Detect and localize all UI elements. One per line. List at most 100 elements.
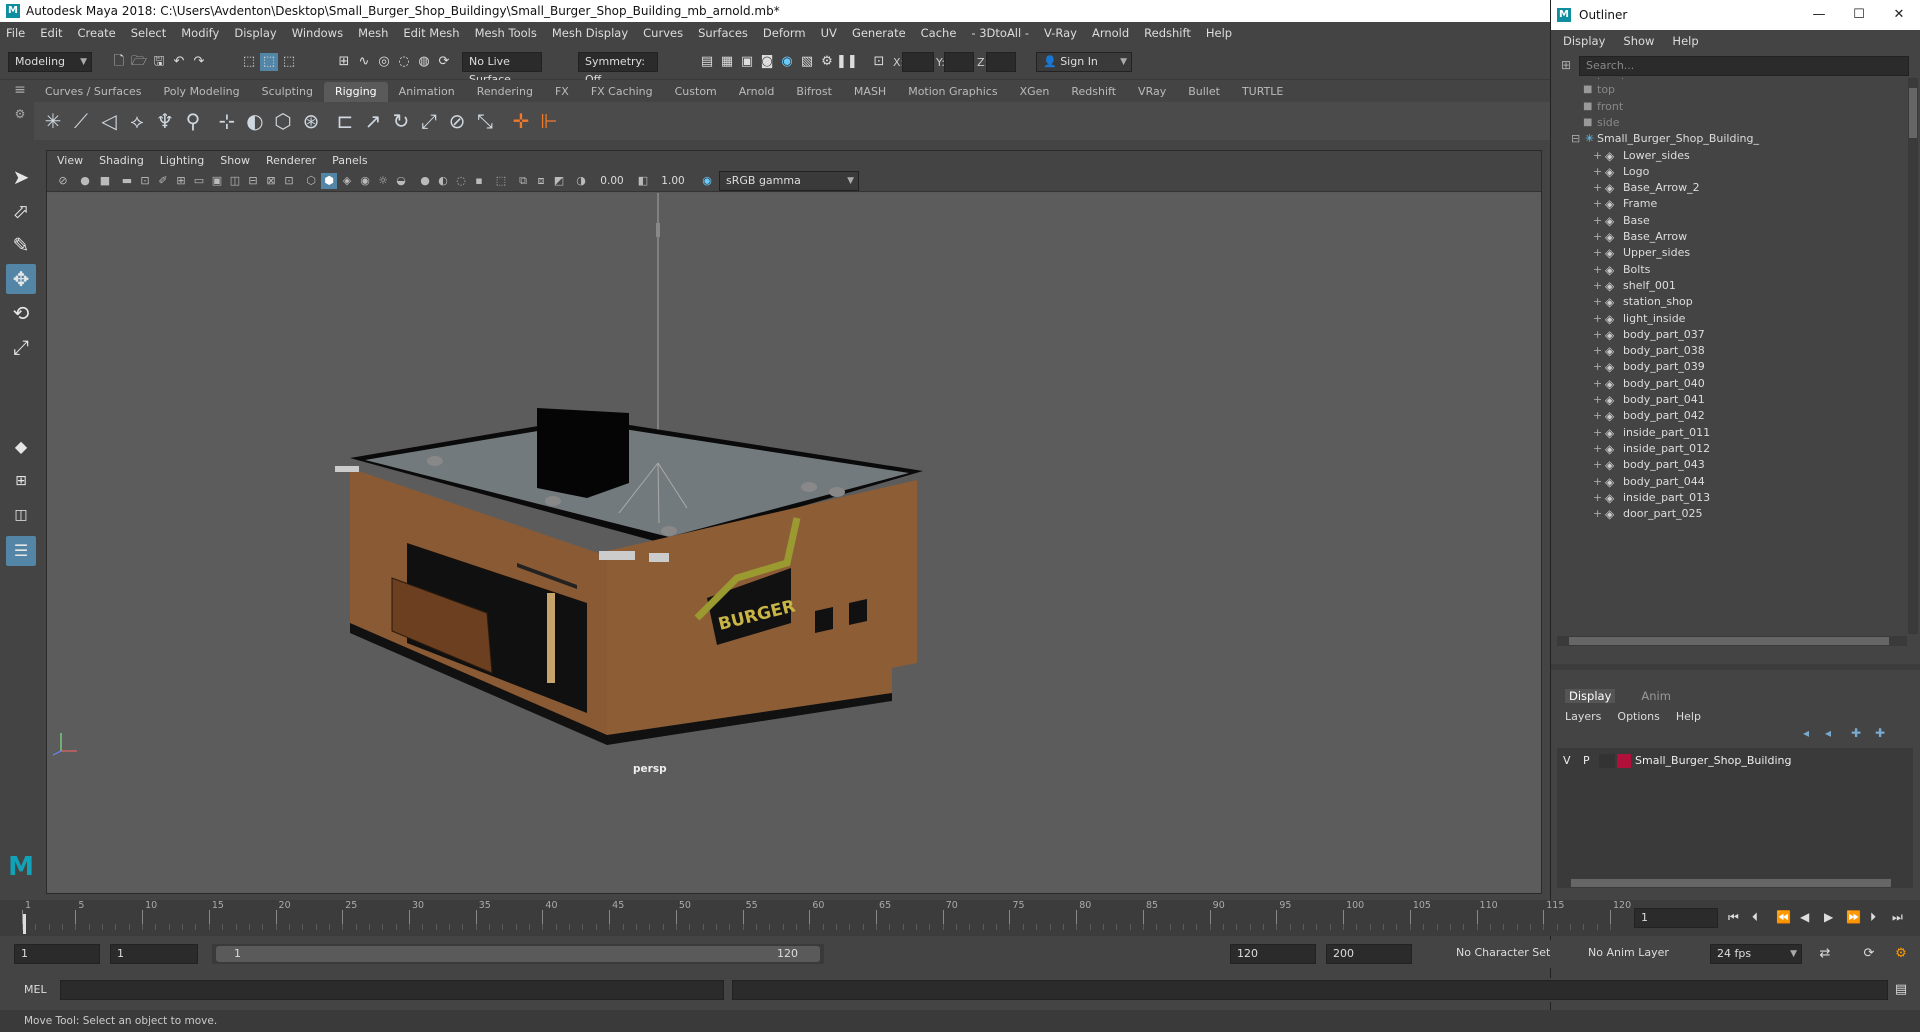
move-layer-down-icon[interactable]: ◂ [1825,726,1831,740]
tab-bifrost[interactable]: Bifrost [785,82,843,102]
menu-deform[interactable]: Deform [763,26,806,40]
anim-preferences-icon[interactable]: ⚙ [1892,945,1910,963]
menu-edit[interactable]: Edit [40,26,62,40]
wireframe-icon[interactable]: ⬡ [303,173,319,189]
tab-motion-graphics[interactable]: Motion Graphics [897,82,1008,102]
current-time-marker[interactable] [23,914,26,934]
textured-icon[interactable]: ◉ [357,173,373,189]
menu-redshift[interactable]: Redshift [1144,26,1191,40]
outliner-layout-icon[interactable]: ☰ [6,536,36,566]
color-management-icon[interactable]: ◉ [699,173,715,189]
playblast-icon[interactable]: ⚙ [818,53,836,71]
ipr-render-icon[interactable]: ◉ [778,53,796,71]
character-set-dropdown[interactable]: No Character Set [1450,944,1560,964]
playback-end-field[interactable]: 120 [1230,944,1316,964]
fps-dropdown[interactable]: 24 fps ▼ [1710,944,1802,964]
create-joint-icon[interactable]: ✳ [40,108,66,134]
new-layer-from-selected-icon[interactable]: ✚ [1875,726,1885,740]
symmetry-dropdown[interactable]: Symmetry: Off [578,52,658,86]
tab-arnold[interactable]: Arnold [728,82,786,102]
orient-constraint-icon[interactable]: ↻ [388,108,414,134]
tab-vray[interactable]: VRay [1127,82,1177,102]
hypershade-icon[interactable]: ◙ [758,53,776,71]
2d-pan-zoom-icon[interactable]: ⊡ [137,173,153,189]
select-object-icon[interactable]: ⬚ [260,53,278,71]
lattice-icon[interactable]: ⬡ [270,108,296,134]
locator-icon[interactable]: ✛ [508,108,534,134]
tab-turtle[interactable]: TURTLE [1231,82,1294,102]
menu-cache[interactable]: Cache [921,26,957,40]
layer-menu-layers[interactable]: Layers [1565,710,1601,723]
isolate-select-icon[interactable]: ⬚ [493,173,509,189]
playback-start-field[interactable]: 1 [110,944,198,964]
human-ik-icon[interactable]: ♆ [152,108,178,134]
time-ruler[interactable]: 1 5 10 15 20 25 30 35 40 45 50 55 60 65 70 75 80 85 90 95 10… [22,900,1631,936]
close-icon[interactable]: ✕ [1881,0,1917,30]
exposure-icon[interactable]: ◑ [573,173,589,189]
menu-mesh-tools[interactable]: Mesh Tools [475,26,537,40]
animation-end-field[interactable]: 200 [1326,944,1412,964]
wireframe-on-shaded-icon[interactable]: ◈ [339,173,355,189]
command-input[interactable] [60,980,724,1000]
layer-row[interactable]: V P Small_Burger_Shop_Building [1557,752,1907,770]
undo-icon[interactable]: ↶ [170,53,188,71]
point-constraint-icon[interactable]: ↗ [360,108,386,134]
script-editor-icon[interactable]: ▤ [1892,981,1910,999]
menu-windows[interactable]: Windows [292,26,343,40]
cluster-icon[interactable]: ⊩ [536,108,562,134]
snap-surface-icon[interactable]: ◍ [415,53,433,71]
layer-menu-help[interactable]: Help [1676,710,1701,723]
menu-generate[interactable]: Generate [852,26,906,40]
ik-spline-icon[interactable]: ◁ [96,108,122,134]
snap-view-icon[interactable]: ◌ [395,53,413,71]
resolution-gate-icon[interactable]: ▣ [209,173,225,189]
tab-rendering[interactable]: Rendering [466,82,544,102]
menu-mesh-display[interactable]: Mesh Display [552,26,628,40]
gamma-icon[interactable]: ◧ [635,173,651,189]
mel-label[interactable]: MEL [24,983,47,996]
save-scene-icon[interactable]: 🖫 [150,53,168,71]
outliner-filter-icon[interactable]: ⊞ [1561,58,1571,72]
live-surface-field[interactable]: No Live Surface [462,52,542,86]
xray-joints-icon[interactable]: ⧈ [533,173,549,189]
range-slider-handle[interactable]: 1 120 [216,946,820,962]
render-settings-icon[interactable]: ▣ [738,53,756,71]
snap-pivot-icon[interactable]: ⟳ [435,53,453,71]
animation-start-field[interactable]: 1 [14,944,100,964]
gate-mask-icon[interactable]: ◫ [227,173,243,189]
step-back-key-icon[interactable]: ⏪ [1776,910,1791,924]
scale-tool-icon[interactable]: ⤢ [6,332,36,362]
scroll-thumb[interactable] [1571,879,1891,887]
range-slider[interactable]: 1 120 [212,944,824,964]
ik-handle-icon[interactable]: ⟋ [68,108,94,134]
go-to-start-icon[interactable]: ⏮ [1728,910,1739,925]
color-space-dropdown[interactable]: sRGB gamma ▼ [719,171,859,191]
exposure-field[interactable]: 0.00 [591,173,633,189]
menu-display[interactable]: Display [234,26,276,40]
menu-curves[interactable]: Curves [643,26,683,40]
motion-blur-icon[interactable]: ◐ [435,173,451,189]
tab-animation[interactable]: Animation [388,82,466,102]
single-perspective-layout-icon[interactable]: ◆ [6,432,36,462]
layer-horizontal-scrollbar[interactable] [1557,878,1913,888]
menu-select[interactable]: Select [131,26,166,40]
shelf-menu-icon[interactable]: ≡ ⚙ [12,80,28,140]
scale-constraint-icon[interactable]: ⤢ [416,108,442,134]
scroll-thumb[interactable] [1909,88,1917,138]
sign-in-button[interactable]: 👤 Sign In ▼ [1036,52,1132,72]
menu-surfaces[interactable]: Surfaces [698,26,748,40]
play-forward-icon[interactable]: ▶ [1824,910,1833,924]
expand-icon[interactable]: + [1593,504,1602,524]
y-field[interactable] [944,52,974,72]
maximize-icon[interactable]: ☐ [1841,0,1877,30]
menu-v-ray[interactable]: V-Ray [1044,26,1077,40]
tab-display[interactable]: Display [1565,689,1616,703]
use-all-lights-icon[interactable]: ☼ [375,173,391,189]
menu-uv[interactable]: UV [821,26,837,40]
viewport-menu-panels[interactable]: Panels [332,154,367,167]
menu-mesh[interactable]: Mesh [358,26,388,40]
step-forward-frame-icon[interactable]: ⏵ [1870,910,1876,925]
anti-aliasing-icon[interactable]: ◌ [453,173,469,189]
outliner-item-door-part-025[interactable]: + ◈ door_part_025 [1551,504,1907,524]
outliner-menu-show[interactable]: Show [1623,34,1654,48]
